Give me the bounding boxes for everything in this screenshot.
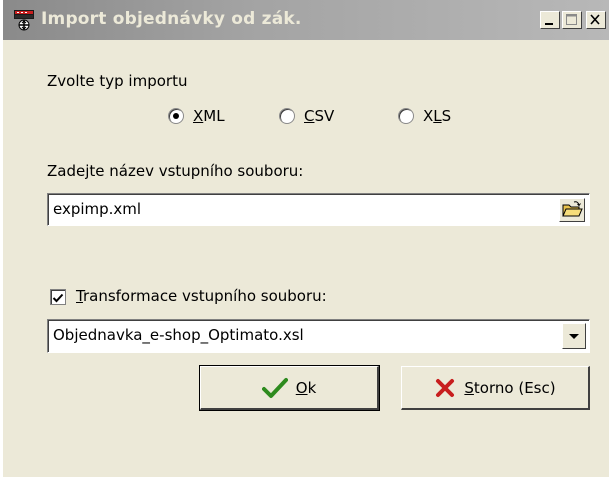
transform-select-value: Objednavka_e-shop_Optimato.xsl (53, 326, 304, 344)
minimize-button[interactable] (540, 11, 560, 29)
maximize-icon (566, 14, 577, 25)
transform-checkbox[interactable] (50, 289, 66, 305)
radio-csv-circle[interactable] (279, 108, 295, 124)
radio-xls[interactable]: XLS (398, 107, 451, 125)
transform-select[interactable]: Objednavka_e-shop_Optimato.xsl (47, 319, 590, 353)
dialog-body: Zvolte typ importu XML CSV XLS Zadejte n… (3, 40, 609, 477)
browse-button[interactable] (559, 198, 585, 222)
radio-xml[interactable]: XML (168, 107, 225, 125)
ok-button[interactable]: Ok (199, 365, 380, 411)
import-type-label: Zvolte typ importu (47, 72, 188, 90)
transform-label: Transformace vstupního souboru: (76, 287, 327, 305)
radio-xml-circle[interactable] (168, 108, 184, 124)
maximize-button[interactable] (562, 11, 582, 29)
folder-open-icon (562, 201, 583, 217)
cancel-button-label: Storno (Esc) (464, 378, 556, 397)
input-file-field[interactable]: expimp.xml (47, 193, 590, 226)
radio-csv-label: CSV (304, 107, 335, 125)
checkmark-icon (261, 377, 288, 398)
radio-csv[interactable]: CSV (279, 107, 334, 125)
cancel-button[interactable]: Storno (Esc) (401, 366, 590, 410)
close-icon (590, 14, 600, 25)
input-file-label: Zadejte název vstupního souboru: (47, 162, 304, 180)
close-button[interactable] (586, 11, 606, 29)
radio-xml-label: XML (193, 107, 225, 125)
title-bar[interactable]: Import objednávky od zák. (3, 0, 609, 40)
transform-dropdown-button[interactable] (562, 323, 586, 349)
import-dialog: Import objednávky od zák. Zvolte typ imp… (0, 0, 609, 477)
checkmark-icon (52, 293, 64, 303)
window-title: Import objednávky od zák. (41, 9, 302, 29)
close-icon (436, 378, 455, 397)
chevron-down-icon (569, 334, 579, 339)
minimize-icon (545, 23, 553, 25)
app-icon (14, 10, 34, 31)
radio-xls-label: XLS (423, 107, 452, 125)
input-file-value: expimp.xml (53, 200, 142, 218)
radio-xls-circle[interactable] (398, 108, 414, 124)
ok-button-label: Ok (295, 378, 317, 397)
